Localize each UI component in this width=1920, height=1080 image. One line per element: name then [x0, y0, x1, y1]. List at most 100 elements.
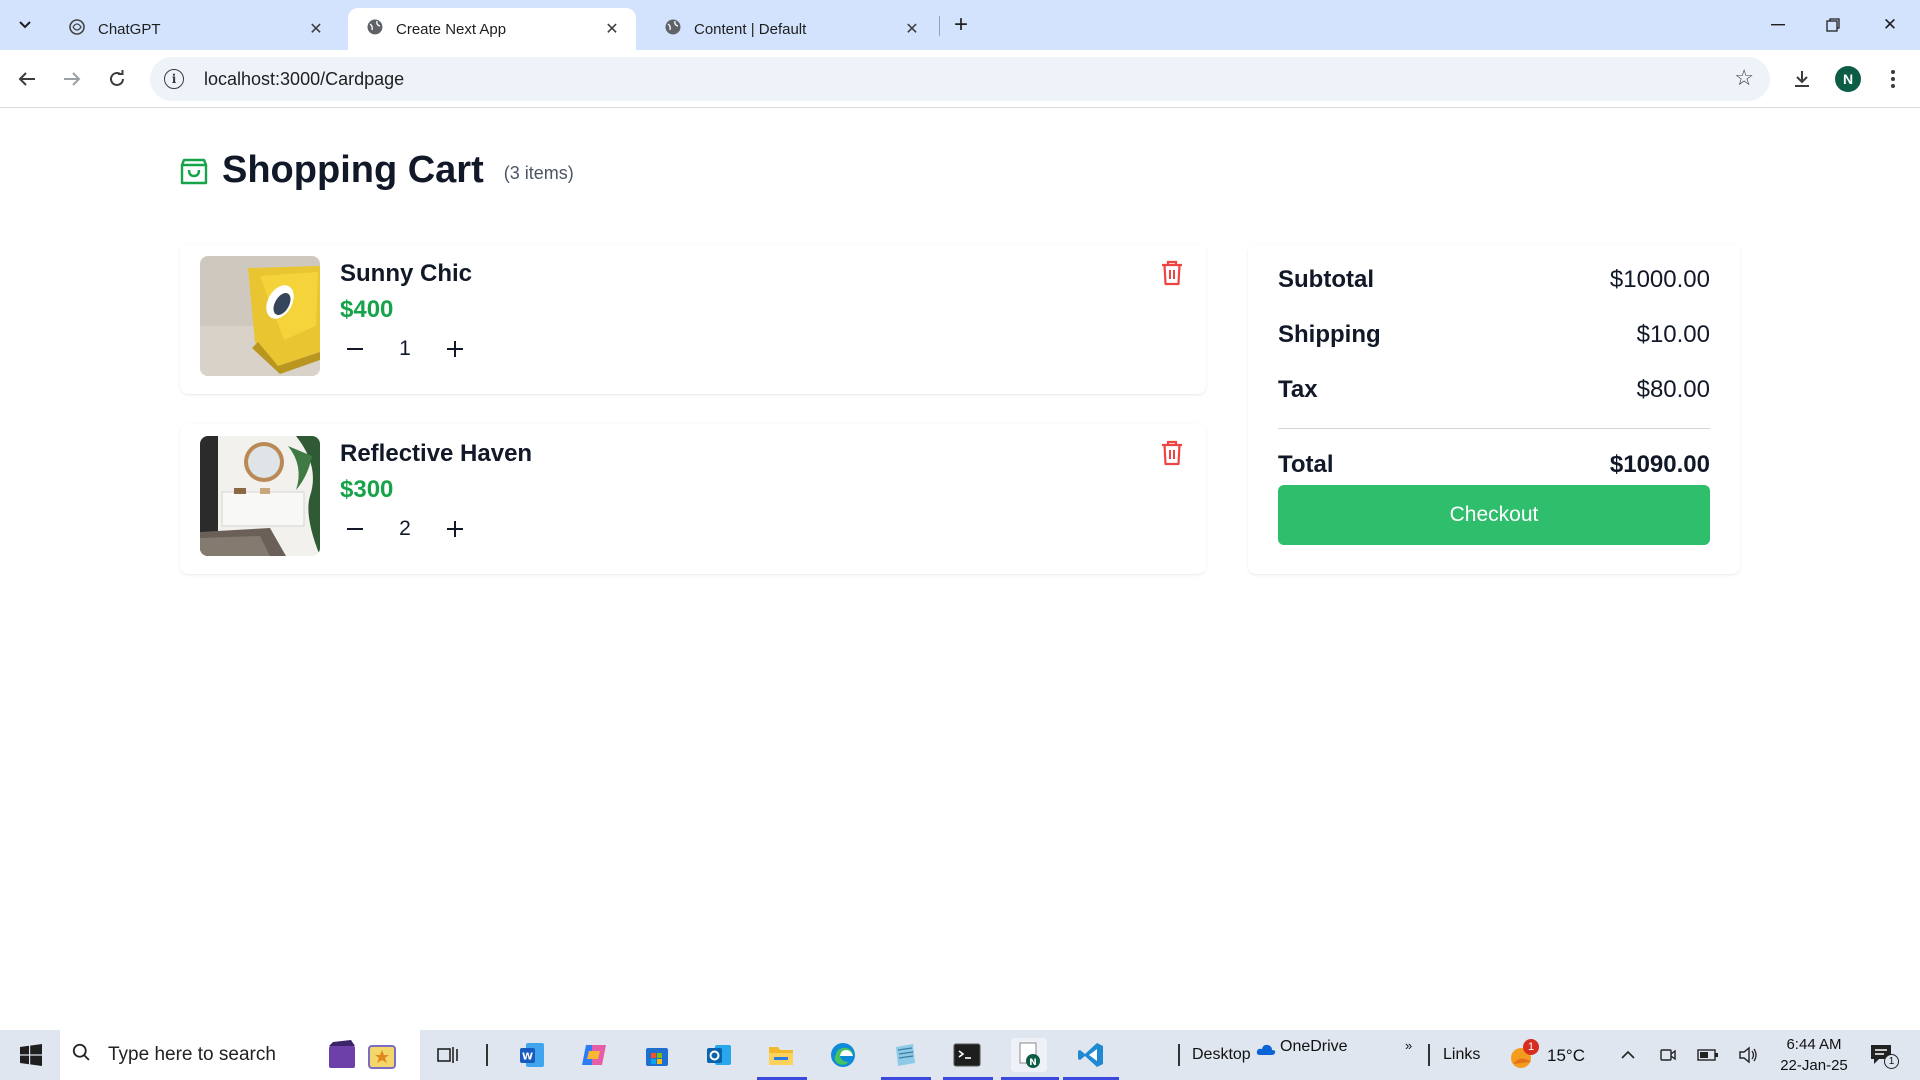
- terminal-icon[interactable]: [949, 1038, 985, 1072]
- quantity-stepper: 2: [340, 512, 470, 546]
- remove-item-button[interactable]: [1158, 438, 1186, 468]
- tab-chatgpt[interactable]: ChatGPT ✕: [50, 8, 340, 50]
- close-tab-icon[interactable]: ✕: [902, 19, 922, 39]
- restore-icon[interactable]: [1813, 8, 1853, 42]
- trash-icon: [1162, 440, 1182, 466]
- page-title: Shopping Cart: [222, 148, 484, 191]
- shipping-value: $10.00: [1636, 321, 1710, 348]
- tax-row: Tax $80.00: [1278, 376, 1710, 404]
- tab-divider: [939, 16, 940, 36]
- subtotal-row: Subtotal $1000.00: [1278, 266, 1710, 294]
- notepad-icon[interactable]: [887, 1038, 923, 1072]
- decrease-quantity-button[interactable]: [340, 514, 370, 544]
- product-price: $400: [340, 296, 394, 323]
- checkout-button[interactable]: Checkout: [1278, 485, 1710, 545]
- taskbar-divider: [486, 1044, 488, 1066]
- total-value: $1090.00: [1609, 451, 1710, 478]
- quantity-stepper: 1: [340, 332, 470, 366]
- clock-date: 22-Jan-25: [1780, 1057, 1848, 1074]
- order-summary: Subtotal $1000.00 Shipping $10.00 Tax $8…: [1248, 244, 1740, 574]
- reload-icon[interactable]: [100, 62, 134, 96]
- quantity-value: 2: [399, 517, 411, 540]
- bookmark-star-icon[interactable]: ☆: [1734, 65, 1754, 91]
- windows-taskbar: Type here to search W N Desktop OneDrive…: [0, 1030, 1920, 1080]
- subtotal-value: $1000.00: [1609, 266, 1710, 293]
- profile-avatar[interactable]: N: [1835, 66, 1861, 92]
- decrease-quantity-button[interactable]: [340, 334, 370, 364]
- globe-icon: [664, 18, 682, 40]
- new-tab-icon[interactable]: +: [946, 10, 976, 40]
- system-clock[interactable]: 6:44 AM 22-Jan-25: [1764, 1034, 1864, 1076]
- subtotal-label: Subtotal: [1278, 266, 1374, 293]
- minimize-icon[interactable]: [1758, 8, 1798, 42]
- tab-search-dropdown-icon[interactable]: [10, 10, 40, 40]
- desktop-toolbar[interactable]: Desktop: [1192, 1030, 1251, 1080]
- remove-item-button[interactable]: [1158, 258, 1186, 288]
- edge-icon[interactable]: [825, 1038, 861, 1072]
- weather-widget[interactable]: 1 15°C: [1505, 1030, 1595, 1080]
- meet-now-icon[interactable]: [1650, 1038, 1686, 1072]
- svg-text:N: N: [1029, 1058, 1037, 1068]
- copilot-icon[interactable]: [576, 1038, 612, 1072]
- windows-start-button[interactable]: [8, 1030, 54, 1080]
- browser-menu-icon[interactable]: [1876, 62, 1910, 96]
- outlook-icon[interactable]: [701, 1038, 737, 1072]
- weather-badge: 1: [1523, 1039, 1539, 1055]
- vscode-icon[interactable]: [1073, 1038, 1109, 1072]
- close-window-icon[interactable]: ✕: [1870, 8, 1910, 42]
- volume-icon[interactable]: [1730, 1038, 1766, 1072]
- notification-center-icon[interactable]: 1: [1868, 1040, 1899, 1070]
- product-name: Reflective Haven: [340, 440, 533, 467]
- cart-header: Shopping Cart (3 items): [180, 148, 574, 192]
- tax-label: Tax: [1278, 376, 1318, 403]
- task-view-icon[interactable]: [430, 1038, 466, 1072]
- file-explorer-icon[interactable]: [763, 1038, 799, 1072]
- forward-icon[interactable]: [55, 62, 89, 96]
- tab-title: Create Next App: [396, 20, 507, 38]
- node-app-icon[interactable]: N: [1011, 1038, 1047, 1072]
- tab-create-next-app[interactable]: Create Next App ✕: [348, 8, 636, 50]
- shopping-bag-icon: [180, 158, 208, 185]
- word-icon[interactable]: W: [514, 1038, 550, 1072]
- toolbar-overflow-icon[interactable]: »: [1405, 1020, 1412, 1070]
- show-hidden-icons-chevron-icon[interactable]: [1610, 1038, 1646, 1072]
- product-image: [200, 256, 320, 376]
- cart-item: Sunny Chic $400 1: [180, 244, 1206, 394]
- globe-icon: [366, 18, 384, 40]
- url-text: localhost:3000/Cardpage: [204, 68, 405, 89]
- product-name: Sunny Chic: [340, 260, 473, 287]
- shipping-row: Shipping $10.00: [1278, 321, 1710, 349]
- increase-quantity-button[interactable]: [440, 514, 470, 544]
- total-row: Total $1090.00: [1278, 451, 1710, 479]
- site-info-icon[interactable]: i: [164, 69, 184, 89]
- summary-divider: [1278, 428, 1710, 429]
- browser-toolbar: i localhost:3000/Cardpage ☆: [0, 50, 1920, 108]
- tax-value: $80.00: [1636, 376, 1710, 403]
- cart-item-count: (3 items): [503, 162, 574, 183]
- clock-time: 6:44 AM: [1786, 1036, 1842, 1053]
- download-icon[interactable]: [1785, 62, 1819, 96]
- taskbar-search[interactable]: Type here to search: [60, 1030, 420, 1080]
- close-tab-icon[interactable]: ✕: [602, 19, 622, 39]
- back-icon[interactable]: [10, 62, 44, 96]
- tab-content-default[interactable]: Content | Default ✕: [646, 8, 936, 50]
- address-bar[interactable]: i localhost:3000/Cardpage ☆: [150, 57, 1770, 101]
- onedrive-toolbar[interactable]: OneDrive: [1280, 1022, 1348, 1072]
- weather-temperature: 15°C: [1547, 1046, 1585, 1065]
- product-image: [200, 436, 320, 556]
- close-tab-icon[interactable]: ✕: [306, 19, 326, 39]
- battery-icon[interactable]: [1690, 1038, 1726, 1072]
- microsoft-store-icon[interactable]: [639, 1038, 675, 1072]
- onedrive-icon: [1256, 1042, 1276, 1060]
- trash-icon: [1162, 260, 1182, 286]
- links-toolbar[interactable]: Links: [1443, 1030, 1480, 1080]
- windows-logo-icon: [20, 1044, 42, 1066]
- total-label: Total: [1278, 451, 1334, 478]
- taskbar-divider: [1428, 1044, 1430, 1066]
- search-placeholder: Type here to search: [108, 1044, 276, 1065]
- notification-count: 1: [1884, 1054, 1899, 1069]
- increase-quantity-button[interactable]: [440, 334, 470, 364]
- cart-item: Reflective Haven $300 2: [180, 424, 1206, 574]
- tab-title: ChatGPT: [98, 20, 161, 38]
- search-highlight-icon: [325, 1038, 405, 1077]
